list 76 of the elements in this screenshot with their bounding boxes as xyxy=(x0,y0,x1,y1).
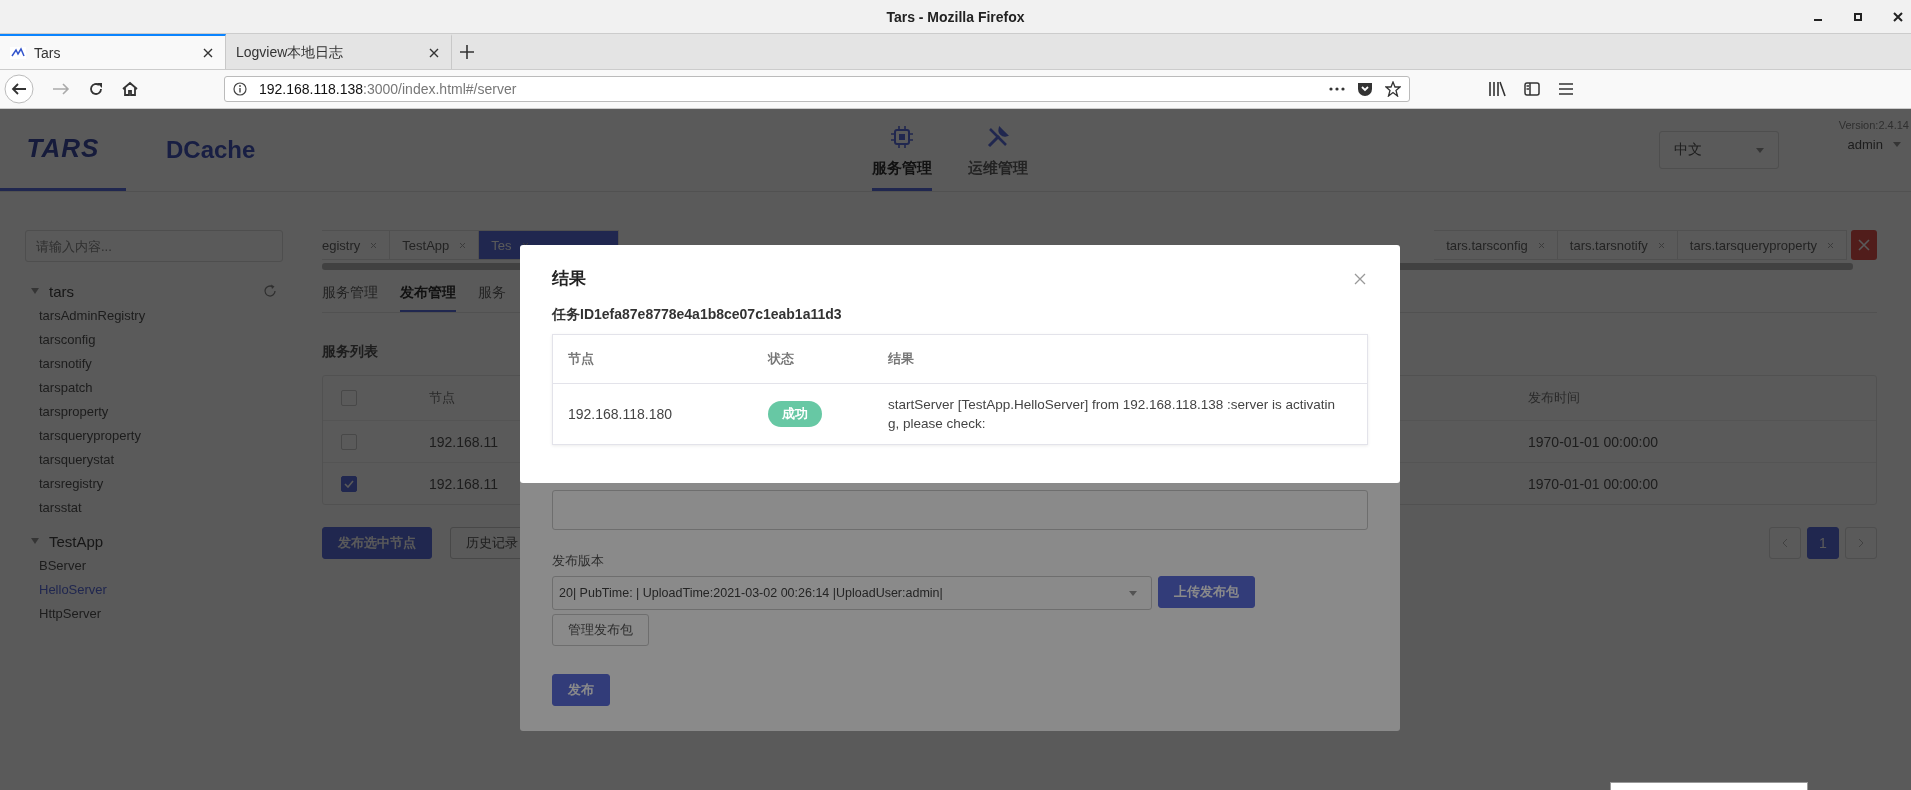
tree-item[interactable]: tars xyxy=(49,282,253,300)
user-menu[interactable]: admin xyxy=(1847,137,1909,152)
dialog-title: 结果 xyxy=(552,268,586,290)
close-icon xyxy=(1858,239,1870,251)
browser-tab[interactable]: Logview本地日志 xyxy=(226,34,452,69)
forward-icon[interactable] xyxy=(52,82,70,96)
tree-item[interactable]: tarsnotify xyxy=(25,352,300,376)
info-icon[interactable] xyxy=(233,82,247,96)
version-select[interactable]: 20| PubTime: | UploadTime:2021-03-02 00:26:14 |UploadUser:admin| xyxy=(552,576,1152,610)
tree-item[interactable]: BServer xyxy=(25,554,300,578)
caret-icon xyxy=(1893,142,1901,147)
caret-icon xyxy=(1129,590,1137,596)
tree-item[interactable]: tarspatch xyxy=(25,376,300,400)
column-header: 状态 xyxy=(768,350,795,368)
wrench-icon xyxy=(986,125,1010,149)
nav-item[interactable]: 服务管理 xyxy=(872,109,932,191)
tree-item[interactable]: HttpServer xyxy=(25,602,300,626)
menu-icon[interactable] xyxy=(1558,82,1574,96)
column-header: 节点 xyxy=(568,350,595,368)
chevron-left-icon xyxy=(1782,538,1788,548)
logo[interactable]: DCache xyxy=(166,136,256,164)
input-field[interactable] xyxy=(552,490,1368,530)
tree-item[interactable]: tarsqueryproperty xyxy=(25,424,300,448)
section-title: 服务列表 xyxy=(322,343,378,361)
window-title: Tars - Mozilla Firefox xyxy=(886,8,1025,25)
tab-title: Tars xyxy=(34,44,62,61)
home-icon[interactable] xyxy=(122,81,138,97)
table-cell-text: 1970-01-01 00:00:00 xyxy=(1528,433,1659,450)
checkbox[interactable] xyxy=(341,475,357,492)
language-select[interactable]: 中文 xyxy=(1658,131,1779,169)
task-id: 任务ID1efa87e8778e4a1b8ce07c1eab1a11d3 xyxy=(552,306,843,324)
tree-item[interactable]: HelloServer xyxy=(25,578,300,602)
sub-tab[interactable]: 发布管理 xyxy=(400,276,456,312)
close-icon[interactable] xyxy=(1893,12,1903,22)
column-header: 结果 xyxy=(888,350,915,368)
back-icon[interactable] xyxy=(4,74,34,104)
tree-item[interactable]: tarsAdminRegistry xyxy=(25,304,300,328)
more-icon[interactable] xyxy=(1329,87,1345,91)
pocket-icon[interactable] xyxy=(1357,81,1373,97)
browser-tab[interactable]: Tars xyxy=(0,34,226,69)
close-all-button[interactable] xyxy=(1851,230,1877,260)
tree-item[interactable]: tarsregistry xyxy=(25,472,300,496)
caret-icon xyxy=(1755,147,1764,153)
status-badge: 成功 xyxy=(768,401,822,427)
caret-icon[interactable] xyxy=(31,288,39,294)
checkmark-icon xyxy=(344,479,354,488)
tree-item[interactable]: tarsstat xyxy=(25,496,300,520)
star-icon[interactable] xyxy=(1385,81,1401,97)
field-label: 发布版本 xyxy=(552,552,604,570)
reload-icon[interactable] xyxy=(88,81,104,97)
upload-button[interactable]: 上传发布包 xyxy=(1158,576,1255,608)
library-icon[interactable] xyxy=(1488,81,1506,97)
logo[interactable]: TARS xyxy=(0,109,126,191)
chip-icon xyxy=(890,125,914,149)
address-field[interactable]: 192.168.118.138:3000/index.html#/server xyxy=(224,76,1410,102)
tree-item[interactable]: tarsproperty xyxy=(25,400,300,424)
table-cell: 192.168.11 xyxy=(429,433,499,450)
table-cell: 192.168.11 xyxy=(429,475,499,492)
close-icon[interactable] xyxy=(203,47,213,58)
close-icon[interactable] xyxy=(429,47,439,58)
tab-title: Logview本地日志 xyxy=(236,43,345,62)
chevron-right-icon xyxy=(1858,538,1864,548)
maximize-icon[interactable] xyxy=(1853,12,1863,22)
manage-button[interactable]: 管理发布包 xyxy=(552,614,649,646)
publish-button[interactable]: 发布 xyxy=(552,674,610,706)
table-cell-text: 192.168.118.180 xyxy=(568,406,674,422)
sidebar-icon[interactable] xyxy=(1524,82,1540,96)
tree-item[interactable]: tarsquerystat xyxy=(25,448,300,472)
favicon-icon xyxy=(10,46,26,59)
refresh-icon[interactable] xyxy=(263,284,277,298)
tree-item[interactable]: TestApp xyxy=(49,532,277,550)
caret-icon[interactable] xyxy=(31,538,39,544)
table-cell-text: 1970-01-01 00:00:00 xyxy=(1528,475,1659,492)
plus-icon[interactable] xyxy=(460,44,474,59)
table-cell-text: startServer [TestApp.HelloServer] from 192.168.118.138 :server is activating, please check: xyxy=(888,396,1336,433)
tree-item[interactable]: tarsconfig xyxy=(25,328,300,352)
